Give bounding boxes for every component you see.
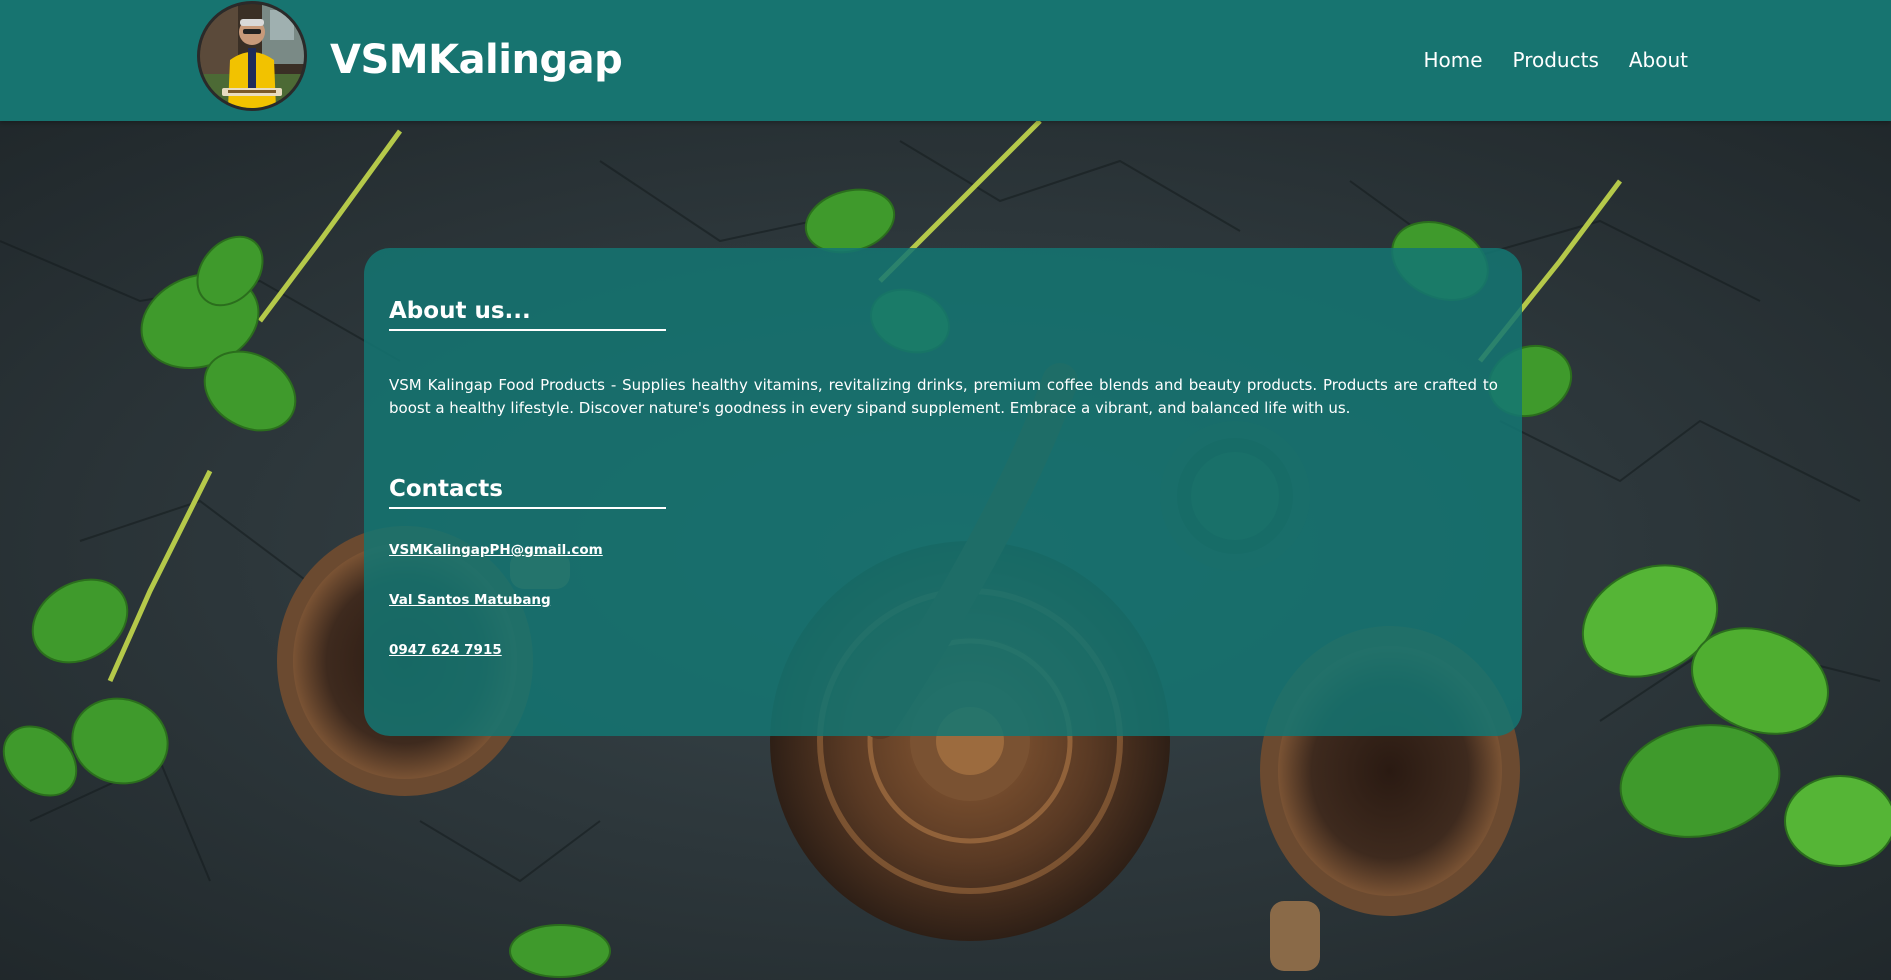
about-description: VSM Kalingap Food Products - Supplies he… (389, 376, 1498, 417)
profile-avatar[interactable] (197, 1, 307, 111)
nav-home-link[interactable]: Home (1423, 42, 1482, 78)
main-nav: Home Products About (1423, 42, 1688, 78)
brand-title: VSMKalingap (330, 37, 623, 83)
avatar-photo (200, 4, 304, 108)
contact-phone-link[interactable]: 0947 624 7915 (389, 641, 1498, 659)
contact-email-link[interactable]: VSMKalingapPH@gmail.com (389, 541, 1498, 559)
nav-products-link[interactable]: Products (1513, 42, 1599, 78)
about-title: About us... (389, 296, 666, 331)
nav-about-link[interactable]: About (1629, 42, 1688, 78)
page: VSMKalingap Home Products About About us… (0, 0, 1891, 980)
contact-name-link[interactable]: Val Santos Matubang (389, 591, 1498, 609)
site-header: VSMKalingap Home Products About (0, 0, 1891, 121)
contacts-title: Contacts (389, 474, 666, 509)
about-card: About us... VSM Kalingap Food Products -… (364, 248, 1522, 736)
